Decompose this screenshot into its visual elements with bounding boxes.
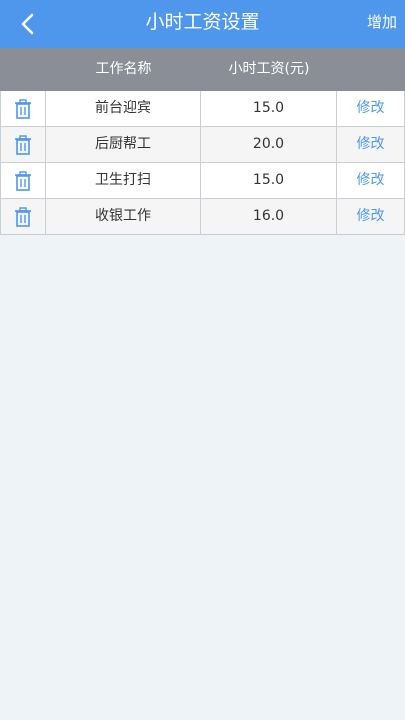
column-header-name: 工作名称 (95, 61, 152, 77)
delete-button[interactable] (0, 163, 46, 198)
trash-icon (15, 98, 31, 119)
wage-cell: 15.0 (201, 163, 337, 198)
wage-cell: 15.0 (201, 91, 337, 126)
top-bar: 小时工资设置 增加 (0, 0, 405, 48)
job-name-cell: 前台迎宾 (46, 91, 201, 126)
table-row: 后厨帮工 20.0 修改 (0, 127, 405, 163)
wage-cell: 16.0 (201, 199, 337, 234)
job-name-cell: 收银工作 (46, 199, 201, 234)
add-button[interactable]: 增加 (367, 0, 397, 44)
trash-icon (15, 170, 31, 191)
delete-button[interactable] (0, 127, 46, 162)
table-row: 前台迎宾 15.0 修改 (0, 91, 405, 127)
job-name-cell: 卫生打扫 (46, 163, 201, 198)
edit-button[interactable]: 修改 (337, 199, 405, 234)
job-name-cell: 后厨帮工 (46, 127, 201, 162)
column-header-wage: 小时工资(元) (228, 61, 310, 77)
delete-button[interactable] (0, 199, 46, 234)
wage-cell: 20.0 (201, 127, 337, 162)
table-row: 卫生打扫 15.0 修改 (0, 163, 405, 199)
edit-button[interactable]: 修改 (337, 127, 405, 162)
delete-button[interactable] (0, 91, 46, 126)
page-title: 小时工资设置 (145, 11, 260, 33)
edit-button[interactable]: 修改 (337, 91, 405, 126)
wage-table: 前台迎宾 15.0 修改 后厨帮工 20.0 修改 卫生打扫 15.0 修改 收… (0, 91, 405, 235)
trash-icon (15, 134, 31, 155)
edit-button[interactable]: 修改 (337, 163, 405, 198)
table-row: 收银工作 16.0 修改 (0, 199, 405, 235)
trash-icon (15, 206, 31, 227)
table-header: 工作名称 小时工资(元) (0, 48, 405, 91)
